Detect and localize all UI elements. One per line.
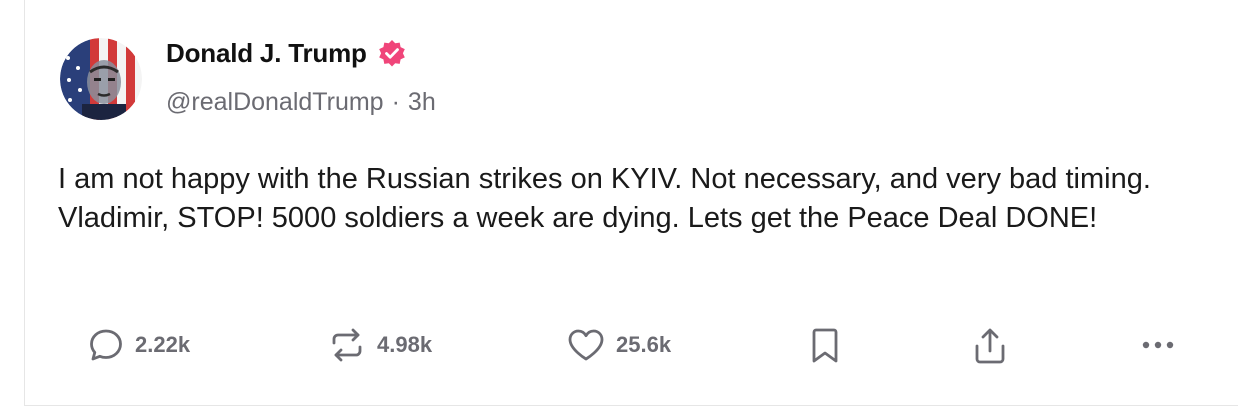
comment-icon bbox=[87, 326, 125, 364]
bookmark-icon bbox=[808, 326, 842, 366]
author-handle[interactable]: @realDonaldTrump bbox=[166, 88, 384, 117]
bookmark-button[interactable] bbox=[808, 326, 842, 366]
repost-button[interactable]: 4.98k bbox=[327, 326, 432, 364]
reply-button[interactable]: 2.22k bbox=[87, 326, 190, 364]
post-time[interactable]: 3h bbox=[408, 88, 436, 117]
more-button[interactable] bbox=[1136, 326, 1180, 364]
post-text: I am not happy with the Russian strikes … bbox=[58, 163, 1151, 234]
action-bar: 2.22k 4.98k 25.6k bbox=[0, 316, 1238, 372]
share-button[interactable] bbox=[971, 326, 1009, 366]
avatar[interactable] bbox=[60, 38, 142, 120]
heart-icon bbox=[566, 326, 606, 364]
repost-icon bbox=[327, 326, 367, 364]
separator-dot: · bbox=[391, 88, 400, 116]
handle-row: @realDonaldTrump · 3h bbox=[166, 88, 436, 117]
avatar-image bbox=[60, 38, 142, 120]
verified-badge-icon bbox=[377, 39, 407, 69]
share-icon bbox=[971, 326, 1009, 366]
author-row: Donald J. Trump bbox=[166, 38, 407, 69]
reply-count: 2.22k bbox=[135, 332, 191, 357]
repost-count: 4.98k bbox=[377, 332, 433, 357]
author-name[interactable]: Donald J. Trump bbox=[166, 38, 367, 69]
more-icon bbox=[1136, 326, 1180, 364]
like-count: 25.6k bbox=[616, 332, 672, 357]
like-button[interactable]: 25.6k bbox=[566, 326, 671, 364]
